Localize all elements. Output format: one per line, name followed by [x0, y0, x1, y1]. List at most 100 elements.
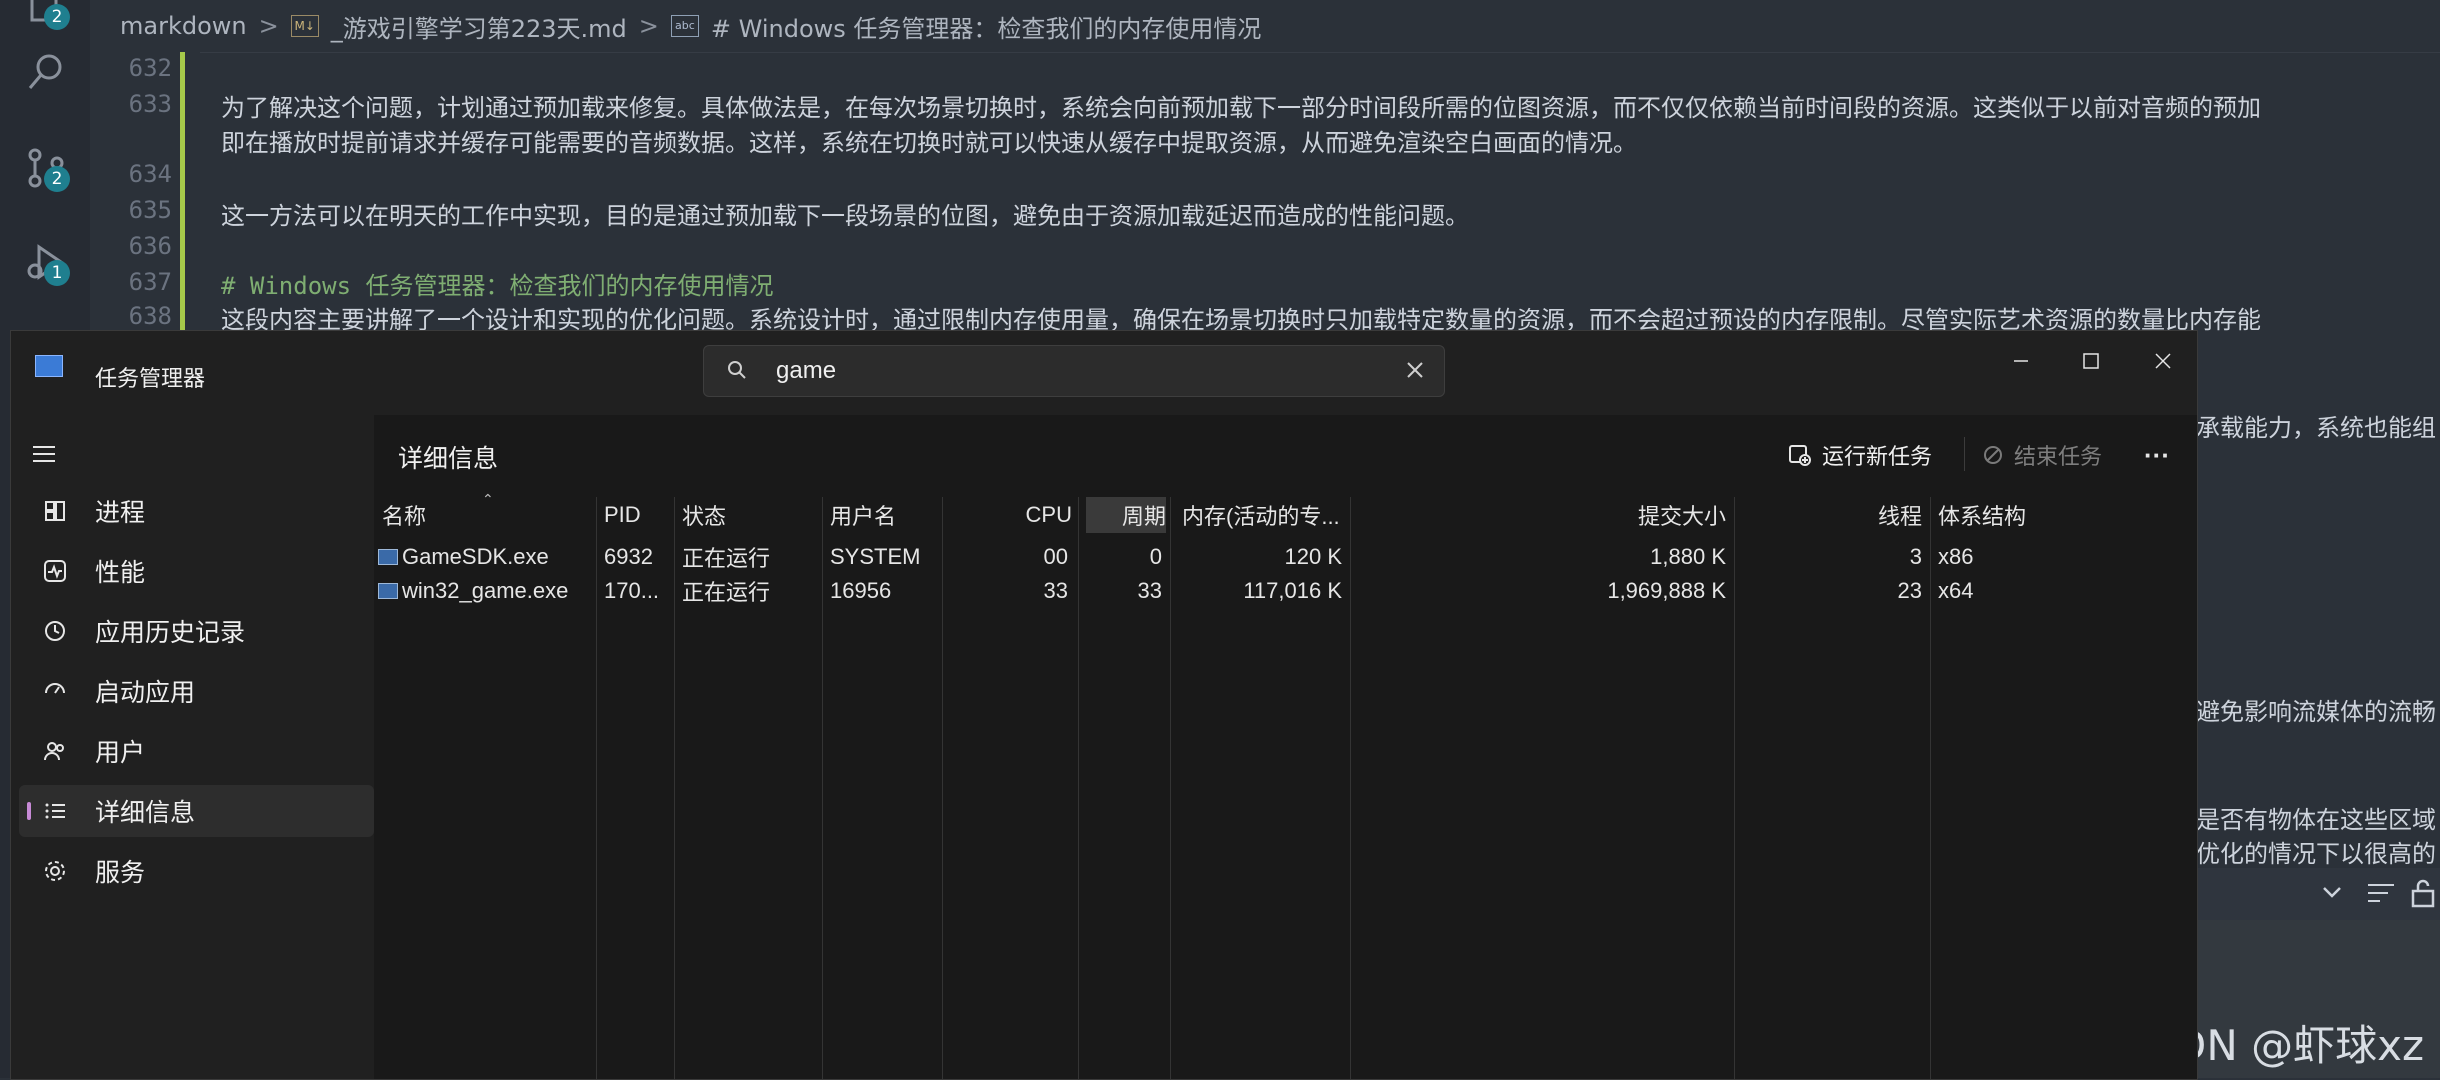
- explorer-badge: 2: [44, 4, 70, 30]
- editor-text-fragment: 避免影响流媒体的流畅: [2196, 698, 2436, 726]
- nav-item-users[interactable]: 用户: [19, 725, 374, 777]
- column-header-memory[interactable]: 内存(活动的专...: [1182, 497, 1350, 533]
- nav-item-label: 进程: [95, 499, 146, 527]
- column-header-status[interactable]: 状态: [682, 497, 822, 533]
- nav-item-label: 应用历史记录: [95, 619, 246, 647]
- column-header-commit-size[interactable]: 提交大小: [1350, 497, 1726, 533]
- close-button[interactable]: [2133, 341, 2193, 381]
- table-cell-threads: 3: [1909, 544, 1922, 569]
- column-header-cycles[interactable]: 周期: [1086, 497, 1166, 533]
- window-title: 任务管理器: [95, 366, 206, 391]
- minimize-button[interactable]: [1991, 341, 2051, 381]
- breadcrumb: markdown > M↓ _游戏引擎学习第223天.md > abc # Wi…: [90, 0, 2440, 53]
- more-options-button[interactable]: ···: [2144, 433, 2170, 477]
- table-cell-commit-size: 1,880 K: [1650, 544, 1726, 569]
- task-manager-logo-icon: [35, 355, 63, 377]
- editor-text-fragment: 是否有物体在这些区域: [2196, 806, 2436, 834]
- end-task-label: 结束任务: [2014, 444, 2103, 469]
- search-icon[interactable]: [20, 46, 72, 98]
- table-cell-memory: 117,016 K: [1243, 578, 1342, 603]
- column-header-username[interactable]: 用户名: [830, 497, 942, 533]
- search-input[interactable]: [774, 354, 1378, 388]
- debug-badge: 1: [44, 260, 70, 286]
- breadcrumb-separator: >: [638, 12, 659, 40]
- table-cell-architecture: x86: [1938, 544, 1974, 569]
- page-title: 详细信息: [398, 445, 499, 473]
- end-task-icon: [1982, 444, 2004, 466]
- users-icon: [43, 739, 73, 763]
- end-task-button[interactable]: 结束任务: [1982, 433, 2102, 477]
- lock-icon[interactable]: [2408, 878, 2438, 912]
- clear-search-icon[interactable]: [1404, 359, 1426, 386]
- explorer-icon[interactable]: 2: [20, 0, 72, 32]
- editor-line[interactable]: 即在播放时提前请求并缓存可能需要的音频数据。这样，系统在切换时就可以快速从缓存中…: [221, 123, 1637, 158]
- column-header-cpu[interactable]: CPU: [942, 497, 1072, 533]
- editor-line[interactable]: 为了解决这个问题，计划通过预加载来修复。具体做法是，在每次场景切换时，系统会向前…: [221, 88, 2261, 123]
- search-box[interactable]: [703, 345, 1445, 397]
- nav-item-label: 启动应用: [95, 679, 196, 707]
- details-icon: [43, 799, 73, 823]
- table-cell-threads: 23: [1897, 578, 1922, 603]
- column-divider: [596, 497, 597, 1079]
- nav-item-label: 服务: [95, 859, 146, 887]
- nav-item-label: 详细信息: [95, 799, 196, 827]
- line-number: 637: [128, 268, 172, 296]
- run-new-task-label: 运行新任务: [1822, 444, 1933, 469]
- table-cell-pid: 170...: [604, 578, 660, 603]
- breadcrumb-folder[interactable]: markdown: [120, 12, 247, 40]
- table-cell-pid: 6932: [604, 544, 653, 569]
- application-icon: [378, 583, 398, 599]
- markdown-file-icon: M↓: [290, 15, 319, 37]
- column-header-pid[interactable]: PID: [604, 497, 674, 533]
- application-icon: [378, 549, 398, 565]
- line-number: 632: [128, 54, 172, 82]
- services-icon: [43, 859, 73, 883]
- table-row-name-cell[interactable]: win32_game.exe: [378, 574, 596, 608]
- run-new-task-button[interactable]: 运行新任务: [1788, 433, 1932, 477]
- search-icon: [726, 359, 748, 386]
- performance-icon: [43, 559, 73, 583]
- line-number: 634: [128, 160, 172, 188]
- run-new-task-icon: [1788, 443, 1812, 467]
- nav-item-details[interactable]: 详细信息: [19, 785, 374, 837]
- table-cell-status: 正在运行: [682, 580, 771, 605]
- editor-line[interactable]: 这一方法可以在明天的工作中实现，目的是通过预加载下一段场景的位图，避免由于资源加…: [221, 196, 1469, 231]
- chevron-down-icon[interactable]: [2320, 880, 2344, 908]
- column-header-architecture[interactable]: 体系结构: [1938, 497, 2138, 533]
- line-number: 636: [128, 232, 172, 260]
- nav-item-label: 性能: [95, 559, 146, 587]
- selection-indicator: [27, 802, 31, 820]
- hamburger-menu-icon[interactable]: [31, 443, 57, 470]
- symbol-string-icon: abc: [670, 15, 699, 37]
- toolbar-divider: [1964, 437, 1965, 471]
- details-page: 详细信息 运行新任务 结束任务 ··· ⌃ 名称 PID 状态 用户名 CPU …: [374, 415, 2197, 1079]
- column-header-name[interactable]: ⌃ 名称: [382, 491, 596, 533]
- task-manager-window: 任务管理器 进程 性能: [10, 330, 2198, 1080]
- editor-heading-line[interactable]: # Windows 任务管理器：检查我们的内存使用情况: [221, 266, 774, 301]
- startup-apps-icon: [43, 679, 73, 703]
- app-history-icon: [43, 619, 73, 643]
- table-row-name-cell[interactable]: GameSDK.exe: [378, 540, 596, 574]
- table-cell-cycles: 0: [1149, 544, 1162, 569]
- run-debug-icon[interactable]: 1: [20, 236, 72, 288]
- table-cell-username: 16956: [830, 578, 892, 603]
- breadcrumb-file[interactable]: _游戏引擎学习第223天.md: [331, 9, 627, 44]
- nav-item-startup-apps[interactable]: 启动应用: [19, 665, 374, 717]
- table-cell-status: 正在运行: [682, 546, 771, 571]
- line-number: 635: [128, 196, 172, 224]
- title-bar: 任务管理器: [11, 331, 2197, 415]
- source-control-icon[interactable]: 2: [20, 142, 72, 194]
- breadcrumb-symbol[interactable]: # Windows 任务管理器：检查我们的内存使用情况: [711, 9, 1262, 44]
- table-cell-cpu: 33: [1043, 578, 1068, 603]
- nav-item-performance[interactable]: 性能: [19, 545, 374, 597]
- table-cell-memory: 120 K: [1284, 544, 1343, 569]
- nav-item-services[interactable]: 服务: [19, 845, 374, 897]
- sort-ascending-icon: ⌃: [482, 491, 494, 507]
- nav-item-processes[interactable]: 进程: [19, 485, 374, 537]
- maximize-button[interactable]: [2061, 341, 2121, 381]
- column-header-threads[interactable]: 线程: [1734, 497, 1922, 533]
- processes-icon: [43, 499, 73, 523]
- replace-lines-icon[interactable]: [2366, 880, 2396, 910]
- nav-item-app-history[interactable]: 应用历史记录: [19, 605, 374, 657]
- table-cell-commit-size: 1,969,888 K: [1607, 578, 1726, 603]
